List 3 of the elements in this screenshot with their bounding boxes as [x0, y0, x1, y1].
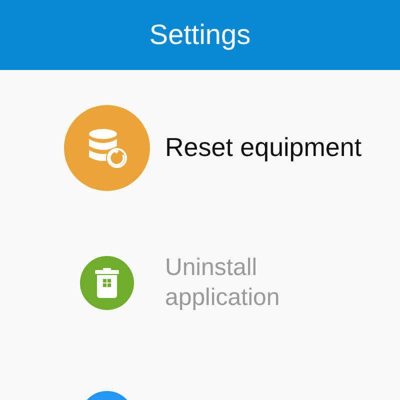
trash-icon — [94, 268, 120, 298]
page-title: Settings — [149, 19, 251, 51]
setting-label[interactable]: Reset equipment — [165, 132, 365, 164]
